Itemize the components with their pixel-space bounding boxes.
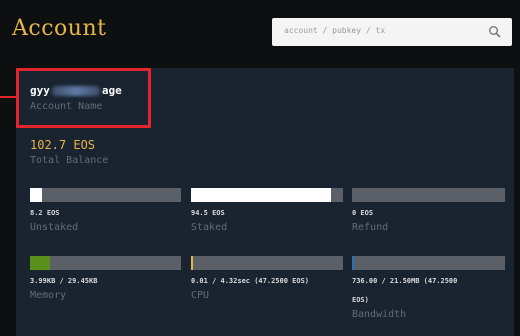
account-name-suffix: age [101, 84, 122, 97]
memory-bar-fill [30, 256, 51, 270]
total-balance-value: 102.7 EOS [30, 138, 96, 152]
unstaked-bar [30, 188, 181, 202]
bandwidth-label: Bandwidth [352, 309, 407, 320]
bandwidth-bar-fill [352, 256, 354, 270]
top-bar: Account account / pubkey / tx [0, 0, 520, 64]
memory-label: Memory [30, 290, 67, 301]
cpu-label: CPU [191, 290, 210, 301]
search-input[interactable]: account / pubkey / tx [272, 18, 512, 46]
staked-label: Staked [191, 222, 228, 233]
cpu-value: 0.01 / 4.32sec (47.2500 EOS) [191, 277, 310, 285]
bandwidth-value-cont: EOS) [352, 296, 369, 304]
annotation-highlight-box [16, 68, 151, 128]
refund-value: 0 EOS [352, 209, 374, 217]
unstaked-label: Unstaked [30, 222, 79, 233]
cpu-bar [191, 256, 343, 270]
refund-bar [352, 188, 505, 202]
memory-bar [30, 256, 181, 270]
search-icon[interactable] [488, 25, 502, 39]
bandwidth-bar [352, 256, 505, 270]
cpu-bar-fill [191, 256, 193, 270]
staked-value: 94.5 EOS [191, 209, 225, 217]
total-balance-label: Total Balance [30, 155, 109, 166]
refund-label: Refund [352, 222, 389, 233]
bandwidth-value: 736.00 / 21.50MB (47.2500 [352, 277, 458, 285]
account-name-label: Account Name [30, 101, 103, 112]
redacted-blur [51, 85, 100, 96]
page-title: Account [12, 16, 107, 41]
account-name: gyy age [30, 84, 122, 97]
account-name-prefix: gyy [30, 84, 50, 97]
unstaked-value: 8.2 EOS [30, 209, 60, 217]
staked-bar [191, 188, 343, 202]
annotation-pointer [0, 96, 16, 98]
unstaked-bar-fill [30, 188, 43, 202]
memory-value: 3.99KB / 29.45KB [30, 277, 98, 285]
staked-bar-fill [191, 188, 331, 202]
search-placeholder: account / pubkey / tx [284, 26, 386, 35]
